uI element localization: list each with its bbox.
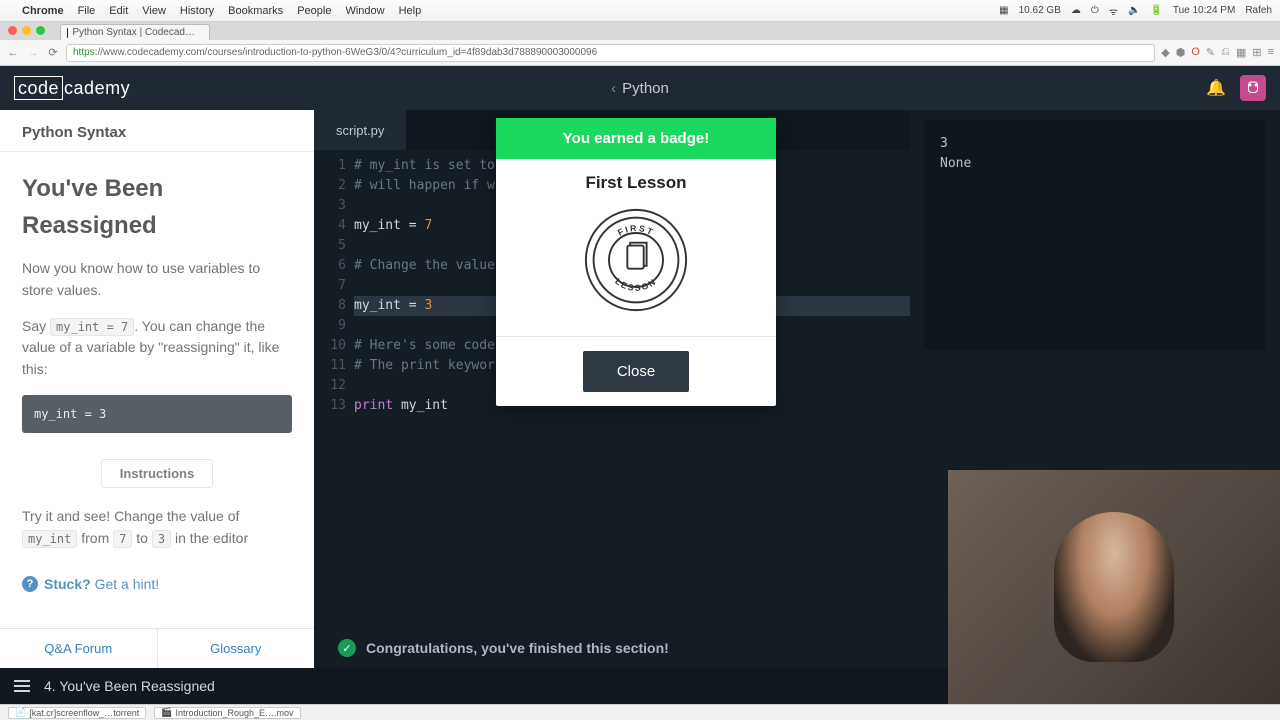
ext-icon[interactable]: ⎌ xyxy=(1221,46,1230,59)
ext-icon[interactable]: ⬢ xyxy=(1176,46,1186,59)
browser-tab[interactable]: Python Syntax | Codecad… xyxy=(60,24,210,40)
badge-title: First Lesson xyxy=(506,173,766,193)
logo-right: cademy xyxy=(64,78,130,98)
menu-file[interactable]: File xyxy=(78,5,96,17)
webcam-overlay xyxy=(948,470,1280,704)
line-gutter: 12345678910111213 xyxy=(314,156,354,668)
instructions-text: Try it and see! Change the value of my_i… xyxy=(0,492,314,563)
menu-window[interactable]: Window xyxy=(345,5,384,17)
menu-view[interactable]: View xyxy=(142,5,166,17)
menu-edit[interactable]: Edit xyxy=(109,5,128,17)
address-bar[interactable]: https://www.codecademy.com/courses/intro… xyxy=(66,44,1155,62)
inline-code: 3 xyxy=(152,530,171,548)
modal-header: You earned a badge! xyxy=(496,118,776,159)
terminal-line: None xyxy=(940,154,1250,174)
person-silhouette xyxy=(1054,512,1174,662)
question-icon: ? xyxy=(22,576,38,592)
hint-link[interactable]: ? Stuck? Get a hint! xyxy=(0,564,314,604)
inline-code: my_int = 7 xyxy=(50,318,134,336)
site-header: codecademy ‹ Python 🔔 xyxy=(0,66,1280,110)
lesson-number-title: 4. You've Been Reassigned xyxy=(44,678,215,694)
menu-icon[interactable] xyxy=(14,680,30,692)
inline-code: my_int xyxy=(22,530,77,548)
ext-icon[interactable]: ✎ xyxy=(1206,46,1215,59)
menu-people[interactable]: People xyxy=(297,5,331,17)
chevron-left-icon[interactable]: ‹ xyxy=(611,80,616,97)
menubar-net: 10.62 GB xyxy=(1019,5,1061,16)
menubar-clock[interactable]: Tue 10:24 PM xyxy=(1173,5,1235,16)
menubar-user[interactable]: Rafeh xyxy=(1245,5,1272,16)
mac-menubar: Chrome File Edit View History Bookmarks … xyxy=(0,0,1280,22)
window-controls[interactable] xyxy=(8,26,45,35)
lesson-title: You've Been Reassigned xyxy=(22,170,292,244)
ext-icon[interactable]: O xyxy=(1191,46,1200,59)
ext-icon[interactable]: ▦ xyxy=(1236,46,1246,59)
url-path: /courses/introduction-to-python-6WeG3/0/… xyxy=(205,47,598,58)
active-app[interactable]: Chrome xyxy=(22,5,64,17)
lesson-sidebar: Python Syntax You've Been Reassigned Now… xyxy=(0,110,314,668)
close-button[interactable]: Close xyxy=(583,351,689,392)
site-logo[interactable]: codecademy xyxy=(14,78,130,99)
browser-tab-strip: Python Syntax | Codecad… xyxy=(0,22,1280,40)
instructions-tab[interactable]: Instructions xyxy=(101,459,213,488)
url-scheme: https xyxy=(73,47,95,58)
menubar-icon[interactable]: 🔈 xyxy=(1128,5,1140,16)
avatar[interactable] xyxy=(1240,75,1266,101)
course-breadcrumb[interactable]: ‹ Python xyxy=(611,80,669,97)
tab-title: Python Syntax | Codecad… xyxy=(72,27,195,38)
terminal-line: 3 xyxy=(940,134,1250,154)
menubar-battery-icon[interactable]: 🔋 xyxy=(1150,5,1162,16)
menubar-icon[interactable]: ᯤ xyxy=(1109,4,1118,18)
badge-modal: You earned a badge! First Lesson FIRST L… xyxy=(496,118,776,406)
terminal[interactable]: 3 None xyxy=(924,120,1266,350)
back-button[interactable]: ← xyxy=(6,47,20,59)
glossary-link[interactable]: Glossary xyxy=(158,629,315,668)
svg-text:FIRST: FIRST xyxy=(616,223,656,238)
reload-button[interactable]: ⟳ xyxy=(46,46,60,59)
menubar-icon[interactable]: ⏻ xyxy=(1091,5,1099,16)
forward-button[interactable]: → xyxy=(26,47,40,59)
notifications-icon[interactable]: 🔔 xyxy=(1206,78,1226,98)
downloads-bar: 📄[kat.cr]screenflow_…torrent 🎬Introducti… xyxy=(0,704,1280,720)
lesson-paragraph: Say my_int = 7. You can change the value… xyxy=(22,316,292,381)
badge-icon: FIRST LESSON xyxy=(583,207,689,313)
ext-icon[interactable]: ◆ xyxy=(1161,46,1169,59)
qa-forum-link[interactable]: Q&A Forum xyxy=(0,629,158,668)
menubar-icon[interactable]: ▦ xyxy=(999,5,1008,16)
code-block: my_int = 3 xyxy=(22,395,292,434)
download-chip[interactable]: 🎬Introduction_Rough_E….mov xyxy=(154,707,300,719)
logo-left: code xyxy=(14,76,63,100)
svg-text:LESSON: LESSON xyxy=(613,276,658,293)
lesson-paragraph: Now you know how to use variables to sto… xyxy=(22,258,292,301)
chrome-menu-icon[interactable]: ≡ xyxy=(1268,46,1274,59)
menu-bookmarks[interactable]: Bookmarks xyxy=(228,5,283,17)
download-chip[interactable]: 📄[kat.cr]screenflow_…torrent xyxy=(8,707,146,719)
favicon xyxy=(67,28,68,38)
menu-history[interactable]: History xyxy=(180,5,214,17)
section-title: Python Syntax xyxy=(0,110,314,152)
editor-tab[interactable]: script.py xyxy=(314,110,407,150)
url-host: ://www.codecademy.com xyxy=(95,47,205,58)
course-title: Python xyxy=(622,80,669,97)
success-message: Congratulations, you've finished this se… xyxy=(366,640,1004,656)
inline-code: 7 xyxy=(113,530,132,548)
check-icon: ✓ xyxy=(338,639,356,657)
menubar-icon[interactable]: ☁ xyxy=(1071,5,1081,16)
ext-icon[interactable]: ⊞ xyxy=(1252,46,1261,59)
browser-toolbar: ← → ⟳ https://www.codecademy.com/courses… xyxy=(0,40,1280,66)
extension-icons[interactable]: ◆ ⬢ O ✎ ⎌ ▦ ⊞ ≡ xyxy=(1161,46,1274,59)
menu-help[interactable]: Help xyxy=(399,5,422,17)
